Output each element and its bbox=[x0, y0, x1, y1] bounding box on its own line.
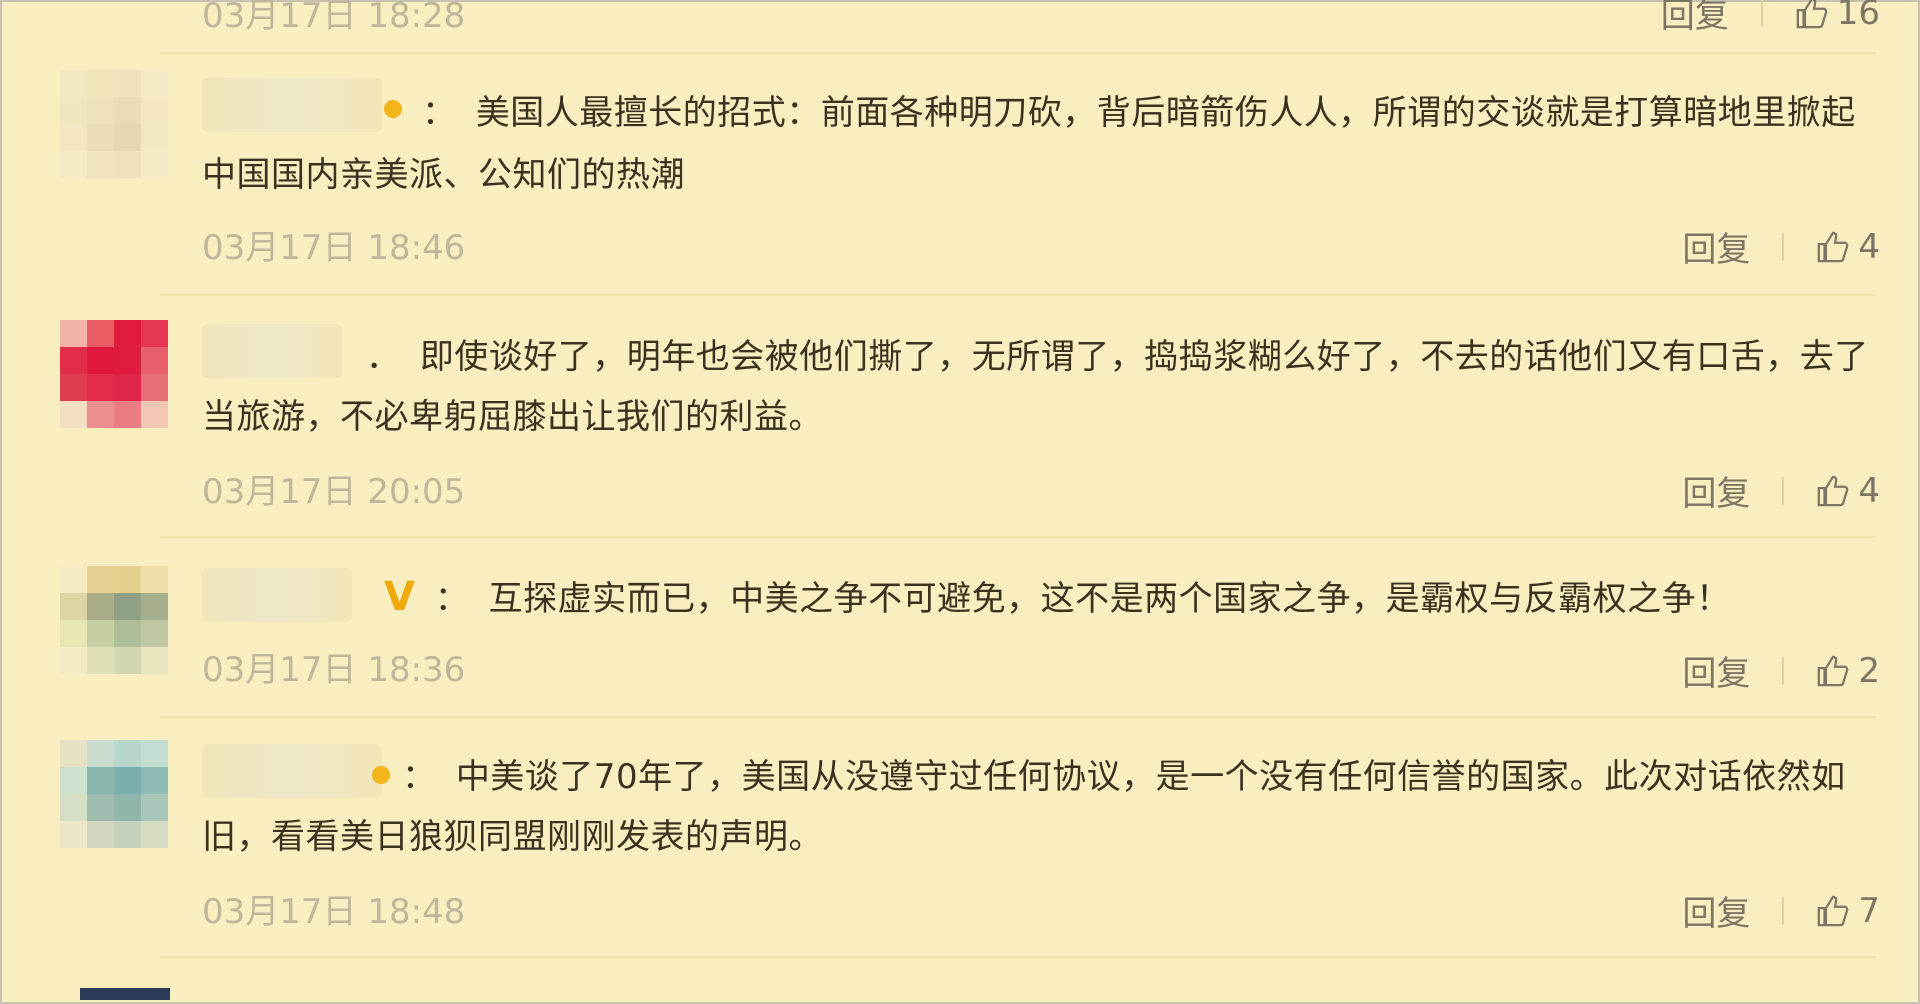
like-count: 4 bbox=[1858, 226, 1880, 267]
comment-divider bbox=[160, 956, 1876, 958]
like-button[interactable]: 7 bbox=[1816, 891, 1880, 931]
user-badge-icon bbox=[372, 766, 390, 784]
thumbs-up-icon bbox=[1796, 0, 1828, 28]
thumbs-up-icon bbox=[1818, 655, 1849, 686]
comment-actions: 回复 16 bbox=[1661, 0, 1880, 37]
comment-divider bbox=[160, 52, 1876, 54]
reply-button[interactable]: 回复 bbox=[1682, 222, 1750, 271]
action-separator bbox=[1782, 476, 1785, 505]
comment-text-line2: 旧，看看美日狼狈同盟刚刚发表的声明。 bbox=[202, 817, 823, 857]
comment-time: 03月17日 18:48 bbox=[202, 892, 466, 932]
action-separator bbox=[1782, 656, 1785, 685]
avatar[interactable] bbox=[60, 70, 168, 178]
username-blurred[interactable] bbox=[202, 568, 352, 622]
action-separator bbox=[1782, 896, 1785, 925]
comment-actions: 回复 7 bbox=[1682, 886, 1880, 935]
colon-separator: ． bbox=[366, 337, 401, 377]
reply-button[interactable]: 回复 bbox=[1682, 466, 1750, 515]
like-count: 7 bbox=[1858, 890, 1880, 931]
reply-button[interactable]: 回复 bbox=[1682, 646, 1750, 695]
thumbs-up-icon bbox=[1818, 895, 1849, 926]
action-separator bbox=[1782, 232, 1785, 261]
avatar[interactable] bbox=[60, 320, 168, 428]
comment-text-line1: 互探虚实而已，中美之争不可避免，这不是两个国家之争，是霸权与反霸权之争！ bbox=[488, 579, 1731, 619]
like-count: 2 bbox=[1858, 650, 1880, 691]
avatar-partial[interactable] bbox=[80, 988, 170, 1000]
username-blurred[interactable] bbox=[202, 324, 342, 378]
like-button[interactable]: 4 bbox=[1816, 471, 1880, 511]
like-count: 16 bbox=[1836, 0, 1880, 33]
comment-text-line1: 即使谈好了，明年也会被他们撕了，无所谓了，捣捣浆糊么好了，不去的话他们又有口舌，… bbox=[419, 337, 1869, 377]
verified-v-icon: V bbox=[384, 574, 416, 620]
comment-time: 03月17日 18:46 bbox=[202, 228, 466, 268]
username-blurred[interactable] bbox=[202, 744, 382, 798]
colon-separator: ： bbox=[434, 579, 470, 619]
colon-separator: ： bbox=[402, 757, 437, 797]
comment-actions: 回复 4 bbox=[1682, 222, 1880, 271]
comment-actions: 回复 2 bbox=[1682, 646, 1880, 695]
comment-time: 03月17日 18:36 bbox=[202, 650, 466, 690]
comment-text-line1: 美国人最擅长的招式：前面各种明刀砍，背后暗箭伤人人，所谓的交谈就是打算暗地里掀起 bbox=[475, 93, 1856, 133]
comment-divider bbox=[160, 536, 1876, 538]
comment-time: 03月17日 20:05 bbox=[202, 472, 466, 512]
reply-button[interactable]: 回复 bbox=[1661, 0, 1729, 37]
comment-divider bbox=[160, 294, 1876, 296]
comment-time: 03月17日 18:28 bbox=[202, 0, 466, 36]
username-blurred[interactable] bbox=[202, 78, 382, 132]
like-button[interactable]: 16 bbox=[1795, 0, 1880, 33]
colon-separator: ： bbox=[422, 93, 457, 133]
action-separator bbox=[1760, 0, 1763, 27]
comment-divider bbox=[160, 716, 1876, 718]
thumbs-up-icon bbox=[1818, 231, 1849, 262]
like-count: 4 bbox=[1858, 470, 1880, 511]
comment-actions: 回复 4 bbox=[1682, 466, 1880, 515]
like-button[interactable]: 2 bbox=[1816, 651, 1880, 691]
like-button[interactable]: 4 bbox=[1816, 227, 1880, 267]
reply-button[interactable]: 回复 bbox=[1682, 886, 1750, 935]
avatar[interactable] bbox=[60, 740, 168, 848]
avatar[interactable] bbox=[60, 566, 168, 674]
comment-text-line2: 当旅游，不必卑躬屈膝出让我们的利益。 bbox=[202, 397, 823, 437]
user-badge-icon bbox=[384, 100, 402, 118]
comment-text-line2: 中国国内亲美派、公知们的热潮 bbox=[202, 155, 685, 195]
thumbs-up-icon bbox=[1818, 475, 1849, 506]
comment-text-line1: 中美谈了70年了，美国从没遵守过任何协议，是一个没有任何信誉的国家。此次对话依然… bbox=[455, 757, 1846, 797]
